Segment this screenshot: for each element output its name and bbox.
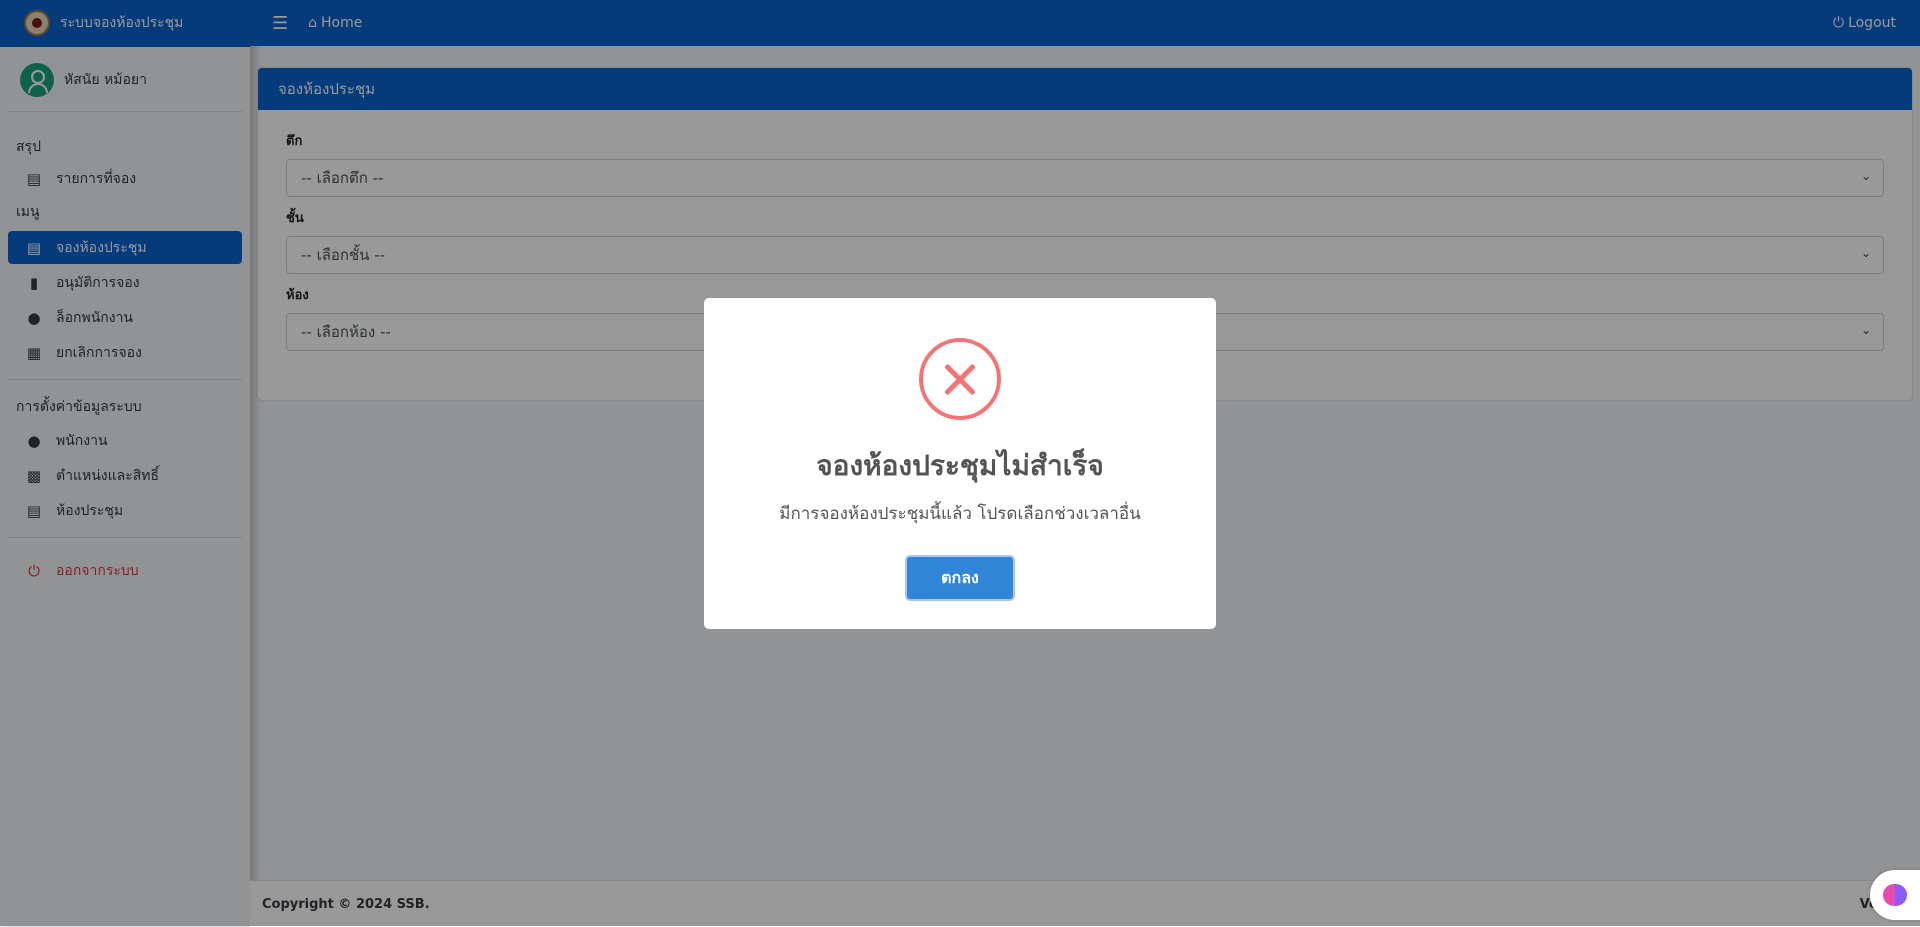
floating-assistant-button[interactable] xyxy=(1870,870,1920,920)
brain-icon xyxy=(1883,884,1907,906)
ok-button[interactable]: ตกลง xyxy=(905,555,1015,601)
error-dialog: จองห้องประชุมไม่สำเร็จ มีการจองห้องประชุ… xyxy=(704,298,1216,629)
dialog-title: จองห้องประชุมไม่สำเร็จ xyxy=(816,449,1104,482)
error-x-icon xyxy=(919,338,1001,420)
dialog-message: มีการจองห้องประชุมนี้แล้ว โปรดเลือกช่วงเ… xyxy=(779,504,1141,524)
